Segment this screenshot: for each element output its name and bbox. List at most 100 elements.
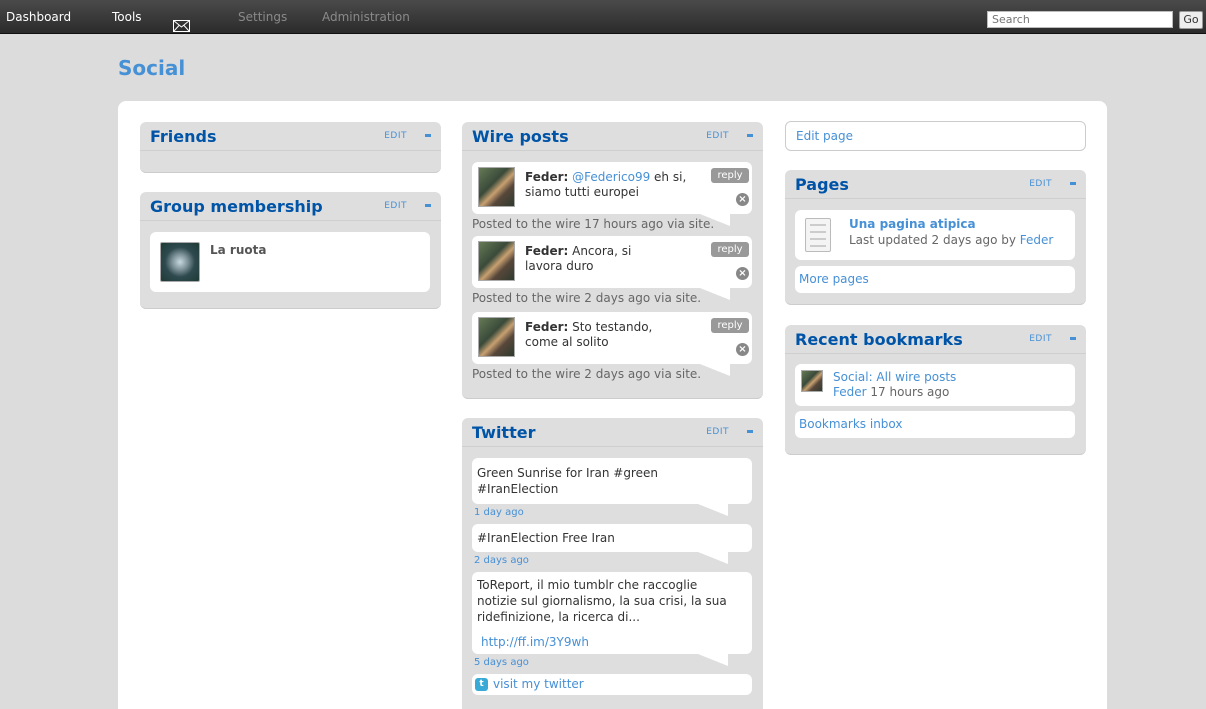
twitter-widget: Twitter EDIT Green Sunrise for Iran #gre… — [462, 418, 763, 709]
widget-title: Friends — [150, 127, 217, 146]
collapse-icon[interactable] — [747, 134, 753, 137]
page-meta: Last updated 2 days ago by Feder — [849, 233, 1053, 247]
widget-header: Pages EDIT — [785, 170, 1086, 199]
bookmark-time: 17 hours ago — [866, 385, 950, 399]
edit-page-box: Edit page — [785, 121, 1086, 151]
nav-administration[interactable]: Administration — [322, 0, 410, 34]
more-pages-box: More pages — [795, 266, 1075, 293]
page-meta-text: Last updated 2 days ago by — [849, 233, 1020, 247]
nav-tools[interactable]: Tools — [112, 0, 142, 34]
nav-settings[interactable]: Settings — [238, 0, 287, 34]
wire-post: Feder: Sto testando, come al solito repl… — [472, 312, 752, 364]
widget-edit-link[interactable]: EDIT — [1029, 334, 1052, 344]
widget-edit-link[interactable]: EDIT — [384, 201, 407, 211]
widget-title: Pages — [795, 175, 849, 194]
user-avatar[interactable] — [478, 241, 515, 281]
collapse-icon[interactable] — [747, 430, 753, 433]
delete-icon[interactable]: × — [736, 267, 749, 280]
group-membership-widget: Group membership EDIT La ruota — [140, 192, 441, 309]
wire-post-text: Feder: @Federico99 eh si, siamo tutti eu… — [525, 170, 695, 200]
post-author: Feder: — [525, 320, 569, 334]
wire-posts-widget: Wire posts EDIT Feder: @Federico99 eh si… — [462, 122, 763, 399]
tweet-text: #IranElection Free Iran — [477, 531, 615, 545]
top-bar: Dashboard Tools Settings Administration … — [0, 0, 1206, 34]
delete-icon[interactable]: × — [736, 343, 749, 356]
tweet-time[interactable]: 1 day ago — [474, 507, 524, 518]
tweet-time[interactable]: 5 days ago — [474, 657, 529, 668]
wire-post-text: Feder: Ancora, si lavora duro — [525, 244, 655, 274]
tweet-text: ToReport, il mio tumblr che raccoglie no… — [477, 578, 727, 624]
widget-header: Group membership EDIT — [140, 192, 441, 221]
bookmark-title-link[interactable]: Social: All wire posts — [833, 370, 956, 384]
twitter-icon: t — [475, 678, 488, 691]
collapse-icon[interactable] — [1070, 182, 1076, 185]
visit-twitter-link[interactable]: visit my twitter — [493, 677, 584, 691]
widget-header: Recent bookmarks EDIT — [785, 325, 1086, 354]
recent-bookmarks-widget: Recent bookmarks EDIT Social: All wire p… — [785, 325, 1086, 455]
post-meta: Posted to the wire 17 hours ago via site… — [472, 217, 715, 231]
user-avatar[interactable] — [801, 370, 823, 392]
post-meta: Posted to the wire 2 days ago via site. — [472, 291, 702, 305]
collapse-icon[interactable] — [425, 204, 431, 207]
page-item: Una pagina atipica Last updated 2 days a… — [795, 210, 1075, 260]
reply-button[interactable]: reply — [711, 242, 749, 257]
tweet: #IranElection Free Iran — [472, 524, 752, 552]
bookmarks-inbox-box: Bookmarks inbox — [795, 411, 1075, 438]
widget-header: Wire posts EDIT — [462, 122, 763, 151]
bubble-tail — [700, 288, 730, 300]
post-author: Feder: — [525, 244, 569, 258]
wire-post: Feder: @Federico99 eh si, siamo tutti eu… — [472, 162, 752, 214]
widget-header: Friends EDIT — [140, 122, 441, 151]
page-document-icon — [805, 218, 831, 252]
widget-title: Twitter — [472, 423, 536, 442]
widget-title: Recent bookmarks — [795, 330, 963, 349]
widget-title: Group membership — [150, 197, 323, 216]
group-avatar — [160, 242, 200, 282]
widget-title: Wire posts — [472, 127, 569, 146]
reply-button[interactable]: reply — [711, 318, 749, 333]
page-title-link[interactable]: Una pagina atipica — [849, 217, 976, 231]
friends-widget: Friends EDIT — [140, 122, 441, 173]
pages-widget: Pages EDIT Una pagina atipica Last updat… — [785, 170, 1086, 305]
bookmark-item: Social: All wire posts Feder 17 hours ag… — [795, 364, 1075, 406]
widget-edit-link[interactable]: EDIT — [1029, 179, 1052, 189]
widget-edit-link[interactable]: EDIT — [706, 427, 729, 437]
group-name[interactable]: La ruota — [210, 243, 266, 257]
widget-edit-link[interactable]: EDIT — [384, 131, 407, 141]
tweet: Green Sunrise for Iran #green #IranElect… — [472, 458, 752, 504]
wire-post-text: Feder: Sto testando, come al solito — [525, 320, 675, 350]
mention-link[interactable]: @Federico99 — [572, 170, 650, 184]
mail-icon[interactable] — [173, 11, 190, 32]
wire-post: Feder: Ancora, si lavora duro reply × — [472, 236, 752, 288]
search-input[interactable] — [987, 11, 1173, 28]
more-pages-link[interactable]: More pages — [799, 272, 869, 286]
page-title: Social — [118, 56, 186, 80]
visit-twitter-box: t visit my twitter — [472, 674, 752, 695]
user-avatar[interactable] — [478, 167, 515, 207]
search-go-button[interactable]: Go — [1179, 11, 1203, 29]
edit-page-link[interactable]: Edit page — [796, 129, 853, 143]
group-item[interactable]: La ruota — [150, 232, 430, 292]
collapse-icon[interactable] — [425, 134, 431, 137]
reply-button[interactable]: reply — [711, 168, 749, 183]
delete-icon[interactable]: × — [736, 193, 749, 206]
user-avatar[interactable] — [478, 317, 515, 357]
nav-dashboard[interactable]: Dashboard — [6, 0, 71, 34]
bookmark-author-link[interactable]: Feder — [833, 385, 867, 399]
widget-header: Twitter EDIT — [462, 418, 763, 447]
post-author: Feder: — [525, 170, 569, 184]
bubble-tail — [698, 654, 728, 666]
tweet-time[interactable]: 2 days ago — [474, 555, 529, 566]
tweet-link[interactable]: http://ff.im/3Y9wh — [481, 634, 589, 650]
page-author-link[interactable]: Feder — [1020, 233, 1054, 247]
tweet-text: Green Sunrise for Iran #green #IranElect… — [477, 466, 658, 496]
bubble-tail — [698, 552, 728, 564]
bookmark-meta: Feder 17 hours ago — [833, 385, 949, 399]
tweet: ToReport, il mio tumblr che raccoglie no… — [472, 572, 752, 654]
bubble-tail — [700, 364, 730, 376]
collapse-icon[interactable] — [1070, 337, 1076, 340]
bubble-tail — [698, 504, 728, 516]
widget-edit-link[interactable]: EDIT — [706, 131, 729, 141]
post-meta: Posted to the wire 2 days ago via site. — [472, 367, 702, 381]
bookmarks-inbox-link[interactable]: Bookmarks inbox — [799, 417, 903, 431]
